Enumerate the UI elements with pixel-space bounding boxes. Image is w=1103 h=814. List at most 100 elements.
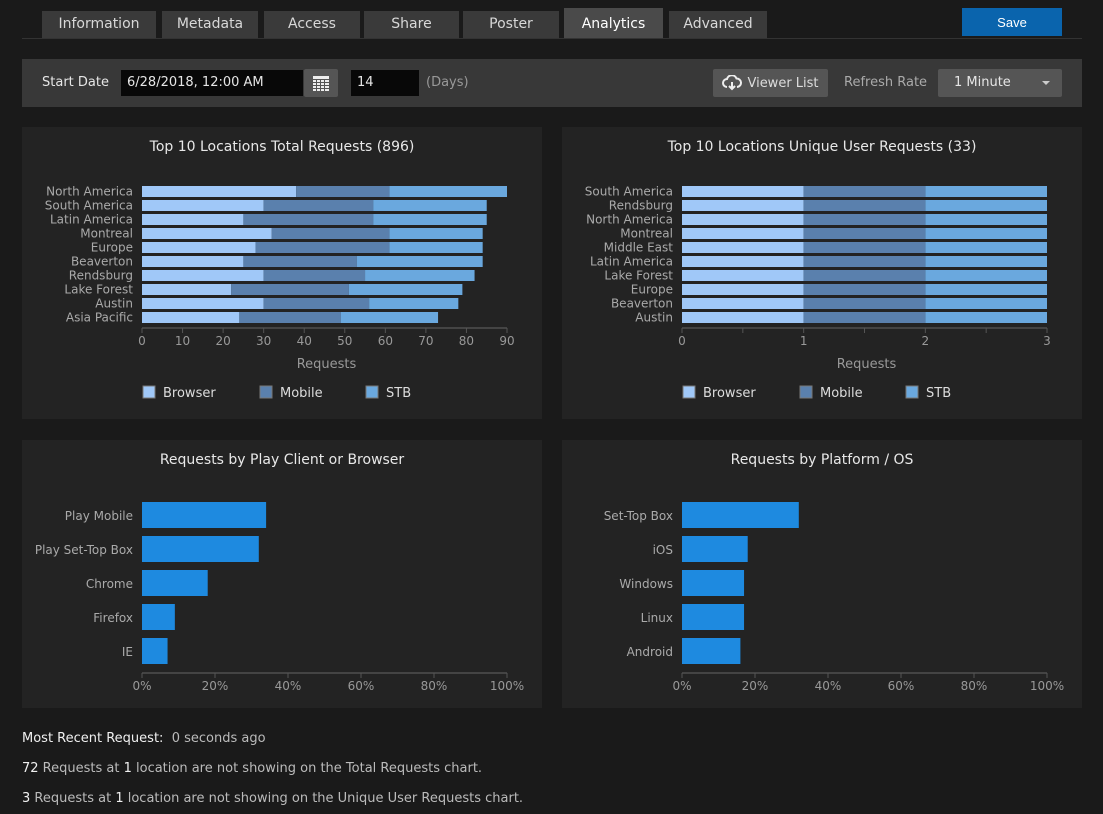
bar-segment-browser — [682, 256, 804, 267]
play-client-panel: Requests by Play Client or Browser Play … — [22, 440, 542, 708]
x-tick-label: 60% — [348, 679, 375, 693]
bar — [142, 638, 168, 664]
x-tick-label: 0% — [132, 679, 151, 693]
bar-segment-browser — [682, 200, 804, 211]
x-tick-label: 20% — [202, 679, 229, 693]
legend-swatch-stb — [365, 385, 379, 399]
bar-segment-mobile — [231, 284, 349, 295]
bar — [682, 570, 745, 596]
total-requests-chart: North AmericaSouth AmericaLatin AmericaM… — [45, 185, 515, 402]
x-tick-label: 80% — [961, 679, 988, 693]
note-locations: 1 — [123, 761, 132, 776]
bar-segment-browser — [682, 284, 804, 295]
category-label: Chrome — [86, 577, 133, 591]
viewer-list-button[interactable]: Viewer List — [713, 69, 828, 97]
category-label: Play Set-Top Box — [35, 543, 133, 557]
legend-label-stb: STB — [926, 386, 951, 401]
bar-segment-stb — [373, 214, 487, 225]
bar-segment-browser — [682, 242, 804, 253]
note-text: Requests at — [30, 791, 116, 806]
bar-segment-mobile — [803, 298, 926, 309]
tab-access[interactable]: Access — [264, 11, 360, 38]
bar-segment-mobile — [803, 284, 926, 295]
x-tick-label: 40 — [297, 334, 312, 348]
unique-requests-chart: South AmericaRendsburgNorth AmericaMontr… — [585, 185, 1051, 402]
bar-segment-browser — [682, 298, 804, 309]
bar-segment-browser — [682, 186, 804, 197]
bar-segment-stb — [389, 242, 483, 253]
category-label: Montreal — [80, 227, 133, 241]
category-label: Rendsburg — [609, 199, 673, 213]
refresh-rate-select[interactable]: 1 Minute — [938, 69, 1062, 97]
legend-swatch-browser — [142, 385, 156, 399]
total-requests-note: 72 Requests at 1 location are not showin… — [22, 761, 482, 776]
refresh-rate-value: 1 Minute — [954, 75, 1011, 90]
category-label: Beaverton — [71, 255, 133, 269]
category-label: Play Mobile — [65, 509, 133, 523]
bar-segment-browser — [682, 228, 804, 239]
platform-chart: Set-Top Box iOS Windows Linux Android 0% 20% 40… — [604, 502, 1064, 693]
legend-swatch-stb — [905, 385, 919, 399]
category-label: Lake Forest — [64, 283, 133, 297]
bar-segment-mobile — [243, 256, 357, 267]
save-button[interactable]: Save — [962, 8, 1062, 36]
x-tick-label: 80 — [459, 334, 474, 348]
tab-information[interactable]: Information — [42, 11, 156, 38]
bar-segment-mobile — [803, 312, 926, 323]
note-text: Requests at — [38, 761, 124, 776]
bar-segment-browser — [142, 228, 272, 239]
bar-segment-mobile — [803, 270, 926, 281]
bar-segment-mobile — [803, 228, 926, 239]
unique-requests-panel: Top 10 Locations Unique User Requests (3… — [562, 127, 1082, 419]
bar — [682, 604, 745, 630]
start-date-input[interactable] — [121, 70, 303, 96]
tab-metadata[interactable]: Metadata — [162, 11, 258, 38]
note-count: 72 — [22, 761, 39, 776]
category-label: Beaverton — [611, 297, 673, 311]
x-tick-label: 0 — [138, 334, 146, 348]
category-label: Austin — [635, 311, 673, 325]
category-label: North America — [46, 185, 133, 199]
category-label: South America — [585, 185, 673, 199]
tab-advanced[interactable]: Advanced — [669, 11, 767, 38]
bar-segment-stb — [356, 256, 483, 267]
category-label: Linux — [641, 611, 673, 625]
legend-label-stb: STB — [386, 386, 411, 401]
bar-segment-browser — [142, 214, 244, 225]
chevron-down-icon — [1042, 81, 1050, 85]
bar-segment-stb — [925, 242, 1047, 253]
x-tick-label: 0% — [672, 679, 691, 693]
category-label: Latin America — [590, 255, 673, 269]
bar-segment-browser — [142, 186, 297, 197]
bar-segment-stb — [925, 214, 1047, 225]
legend-swatch-mobile — [259, 385, 273, 399]
bar-segment-stb — [925, 312, 1047, 323]
bar-segment-mobile — [263, 298, 370, 309]
category-label: Android — [627, 645, 673, 659]
category-label: Middle East — [604, 241, 674, 255]
bar-segment-mobile — [803, 200, 926, 211]
bar-segment-mobile — [255, 242, 390, 253]
bar-segment-mobile — [803, 186, 926, 197]
tab-share[interactable]: Share — [364, 11, 459, 38]
tab-poster[interactable]: Poster — [463, 11, 559, 38]
x-tick-label: 60 — [378, 334, 393, 348]
bar-segment-stb — [389, 228, 483, 239]
category-label: Austin — [95, 297, 133, 311]
category-label: iOS — [653, 543, 673, 557]
calendar-button[interactable] — [304, 69, 338, 97]
bar-segment-browser — [142, 298, 264, 309]
bar-segment-browser — [142, 200, 264, 211]
bar-segment-stb — [925, 298, 1047, 309]
category-label: North America — [586, 213, 673, 227]
bar-segment-browser — [142, 284, 232, 295]
most-recent-value: 0 seconds ago — [171, 731, 266, 746]
days-input[interactable] — [351, 70, 419, 96]
x-tick-label: 20% — [742, 679, 769, 693]
days-label: (Days) — [426, 75, 469, 90]
bar-segment-stb — [925, 284, 1047, 295]
tab-analytics[interactable]: Analytics — [564, 8, 663, 38]
bar-segment-mobile — [803, 256, 926, 267]
bar-segment-browser — [142, 256, 244, 267]
viewer-list-label: Viewer List — [747, 75, 819, 91]
